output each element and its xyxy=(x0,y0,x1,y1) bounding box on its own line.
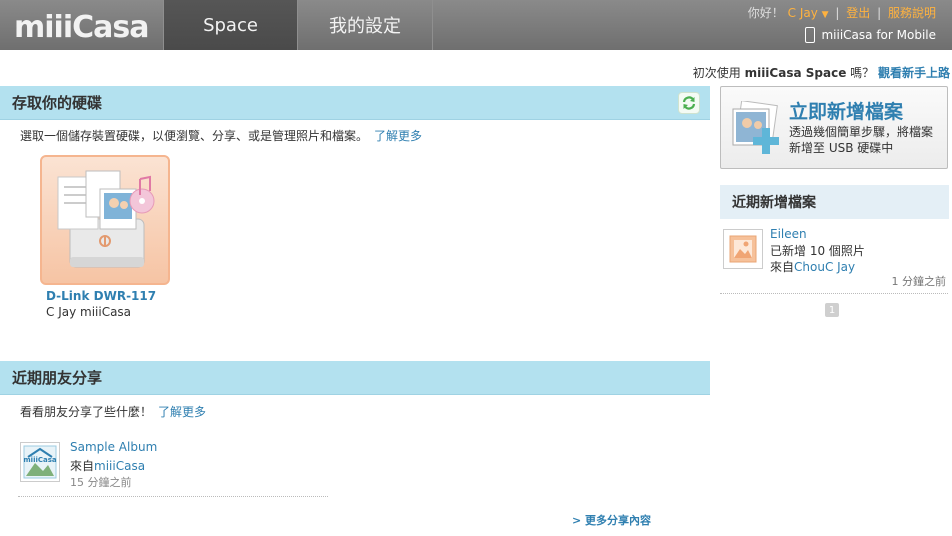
recent-user-link[interactable]: Eileen xyxy=(770,227,807,241)
section-title: 近期朋友分享 xyxy=(12,369,103,387)
tab-space[interactable]: Space xyxy=(163,0,297,50)
phone-icon xyxy=(805,27,816,43)
help-link[interactable]: 服務說明 xyxy=(888,6,936,20)
user-menu[interactable]: C Jay ▼ xyxy=(788,6,829,20)
intro-text: 初次使用 xyxy=(692,66,745,80)
miiicasa-logo[interactable]: miiiCasa xyxy=(14,10,149,45)
album-from-link[interactable]: miiiCasa xyxy=(94,459,145,473)
photo-icon xyxy=(729,235,757,263)
add-files-title: 立即新增檔案 xyxy=(789,101,904,123)
tab-my-settings[interactable]: 我的設定 xyxy=(297,0,433,50)
device-name-link[interactable]: D-Link DWR-117 xyxy=(46,289,156,303)
miiicasa-album-icon: miiiCasa xyxy=(23,445,57,479)
from-prefix: 來自 xyxy=(70,459,95,473)
recent-files-title: 近期新增檔案 xyxy=(732,195,816,211)
greeting-text: 你好！ xyxy=(747,6,784,20)
album-thumbnail[interactable]: miiiCasa xyxy=(20,442,60,482)
recent-from-link[interactable]: ChouC Jay xyxy=(794,260,855,274)
getting-started-link[interactable]: 觀看新手上路 xyxy=(878,66,950,80)
first-time-intro: 初次使用 miiiCasa Space 嗎？ 觀看新手上路 xyxy=(693,64,950,81)
intro-brand: miiiCasa Space xyxy=(744,66,847,80)
logout-link[interactable]: 登出 xyxy=(846,6,870,20)
album-time: 15 分鐘之前 xyxy=(70,476,132,489)
mobile-link[interactable]: miiiCasa for Mobile xyxy=(805,27,936,43)
user-name: C Jay xyxy=(787,6,818,20)
recent-from: 來自ChouC Jay xyxy=(770,258,855,275)
device-owner: C Jay miiiCasa xyxy=(46,305,132,319)
recent-time: 1 分鐘之前 xyxy=(891,275,947,288)
add-files-description: 透過幾個簡單步驟，將檔案新增至 USB 硬碟中 xyxy=(789,125,934,155)
divider xyxy=(18,496,328,497)
usb-drive-icon xyxy=(57,170,155,268)
from-prefix: 來自 xyxy=(770,260,795,274)
shares-section-header: 近期朋友分享 xyxy=(0,361,710,395)
shares-learn-more-link[interactable]: 了解更多 xyxy=(158,405,206,419)
separator: | xyxy=(835,6,840,20)
storage-desc-text: 選取一個儲存裝置硬碟，以便瀏覽、分享、或是管理照片和檔案。 xyxy=(20,129,369,143)
recent-action: 已新增 10 個照片 xyxy=(770,244,865,258)
add-photo-icon xyxy=(732,101,779,154)
add-files-button[interactable]: 立即新增檔案 透過幾個簡單步驟，將檔案新增至 USB 硬碟中 xyxy=(720,86,948,169)
device-card[interactable] xyxy=(40,155,170,285)
intro-text-after: 嗎？ xyxy=(846,66,875,80)
album-from: 來自miiiCasa xyxy=(70,457,145,474)
chevron-down-icon: ▼ xyxy=(821,10,829,20)
pagination-page-1[interactable]: 1 xyxy=(825,303,839,317)
divider xyxy=(720,293,948,294)
storage-section-header: 存取你的硬碟 xyxy=(0,86,710,120)
storage-learn-more-link[interactable]: 了解更多 xyxy=(374,129,422,143)
thumb-logo-text: miiiCasa xyxy=(23,456,57,464)
shares-desc-text: 看看朋友分享了些什麼！ xyxy=(20,405,153,419)
section-title: 存取你的硬碟 xyxy=(12,94,103,112)
top-bar: miiiCasa Space 我的設定 你好！ C Jay ▼ | 登出 | 服… xyxy=(0,0,952,50)
storage-description: 選取一個儲存裝置硬碟，以便瀏覽、分享、或是管理照片和檔案。 了解更多 xyxy=(20,127,422,144)
separator: | xyxy=(877,6,882,20)
album-name-link[interactable]: Sample Album xyxy=(70,440,157,454)
greeting-bar: 你好！ C Jay ▼ | 登出 | 服務說明 xyxy=(748,4,936,21)
recent-file-thumbnail[interactable] xyxy=(723,229,763,269)
refresh-icon[interactable] xyxy=(678,92,700,114)
shares-description: 看看朋友分享了些什麼！ 了解更多 xyxy=(20,403,206,420)
mobile-label: miiiCasa for Mobile xyxy=(821,28,936,42)
more-shares-link[interactable]: > 更多分享內容 xyxy=(572,512,651,528)
recent-files-header: 近期新增檔案 xyxy=(720,185,949,219)
